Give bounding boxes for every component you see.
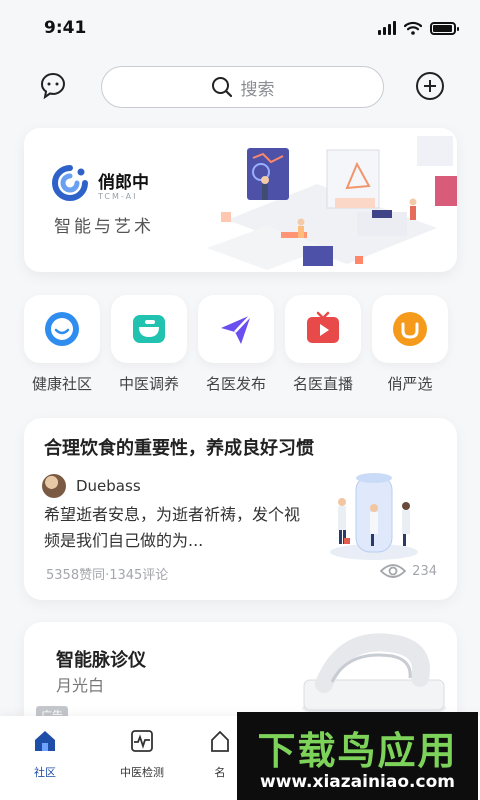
banner-card[interactable]: 俏郎中 TCM-AI 智能与艺术 (24, 128, 457, 272)
quick-entry-tcm-care[interactable]: 中医调养 (111, 295, 187, 394)
tab-community[interactable]: 社区 (0, 728, 90, 780)
tab-label: 社区 (34, 766, 56, 779)
status-time: 9:41 (44, 18, 87, 38)
tab-label: 中医检测 (120, 766, 164, 779)
post-stats: 5358赞同·1345评论 (46, 568, 169, 583)
avatar[interactable] (42, 474, 66, 498)
tab-doctor[interactable]: 名 (200, 728, 240, 780)
search-icon (211, 77, 232, 98)
post-card[interactable]: 合理饮食的重要性，养成良好习惯 Duebass 希望逝者安息，为逝者祈祷，发个视… (24, 418, 457, 600)
quick-tile (285, 295, 361, 363)
signal-icon (378, 21, 396, 35)
watermark-url: www.xiazainiao.com (260, 772, 455, 792)
quick-tile (198, 295, 274, 363)
quick-label: 俏严选 (387, 375, 433, 393)
tv-icon (307, 311, 339, 343)
post-illustration (330, 473, 418, 560)
eye-icon (380, 564, 407, 578)
wifi-icon (404, 21, 422, 35)
post-title[interactable]: 合理饮食的重要性，养成良好习惯 (44, 434, 314, 460)
quick-entry-selection[interactable]: 俏严选 (372, 295, 448, 394)
view-count-value: 234 (412, 563, 437, 579)
ad-title: 智能脉诊仪 (56, 650, 146, 671)
quick-tile (111, 295, 187, 363)
home-icon (35, 731, 55, 751)
brand-name: 俏郎中 (98, 173, 149, 193)
top-bar: 搜索 (0, 62, 480, 112)
quick-tile (372, 295, 448, 363)
chat-bot-icon[interactable] (35, 68, 71, 104)
herbal-bowl-icon (133, 315, 165, 343)
quick-tile (24, 295, 100, 363)
quick-label: 名医直播 (292, 375, 353, 393)
post-author[interactable]: Duebass (42, 474, 141, 498)
shopping-bag-icon (393, 312, 427, 346)
plus-circle-icon[interactable] (412, 68, 448, 104)
quick-entry-health-community[interactable]: 健康社区 (24, 295, 100, 394)
view-count: 234 (380, 562, 437, 580)
battery-icon (430, 21, 459, 35)
watermark-overlay: 下载鸟应用 www.xiazainiao.com (237, 712, 478, 800)
ad-subtitle: 月光白 (56, 676, 105, 695)
status-icons (378, 21, 459, 35)
post-body: 希望逝者安息，为逝者祈祷，发个视频是我们自己做的为... (44, 505, 301, 550)
quick-label: 健康社区 (31, 375, 92, 393)
brand-slogan: 智能与艺术 (54, 217, 154, 237)
watermark-title: 下载鸟应用 (257, 729, 458, 773)
send-icon (221, 314, 252, 344)
author-name: Duebass (76, 477, 141, 495)
tab-label: 名 (214, 766, 226, 779)
quick-entry-doctor-live[interactable]: 名医直播 (285, 295, 361, 394)
pulse-monitor-icon (131, 730, 153, 752)
quick-entry-grid: 健康社区 中医调养 名医发布 名医直播 俏严选 (24, 295, 457, 395)
quick-label: 中医调养 (118, 375, 179, 393)
tab-tcm-detection[interactable]: 中医检测 (97, 728, 187, 780)
quick-label: 名医发布 (205, 375, 266, 393)
doctor-icon (211, 730, 229, 752)
community-icon (45, 312, 79, 346)
brand-subtitle: TCM-AI (98, 192, 138, 201)
banner-illustration (207, 136, 457, 270)
quick-entry-doctor-publish[interactable]: 名医发布 (198, 295, 274, 394)
search-input[interactable]: 搜索 (101, 66, 384, 108)
brand-logo-icon (52, 165, 88, 201)
search-placeholder: 搜索 (240, 79, 275, 100)
status-bar: 9:41 (0, 0, 480, 56)
